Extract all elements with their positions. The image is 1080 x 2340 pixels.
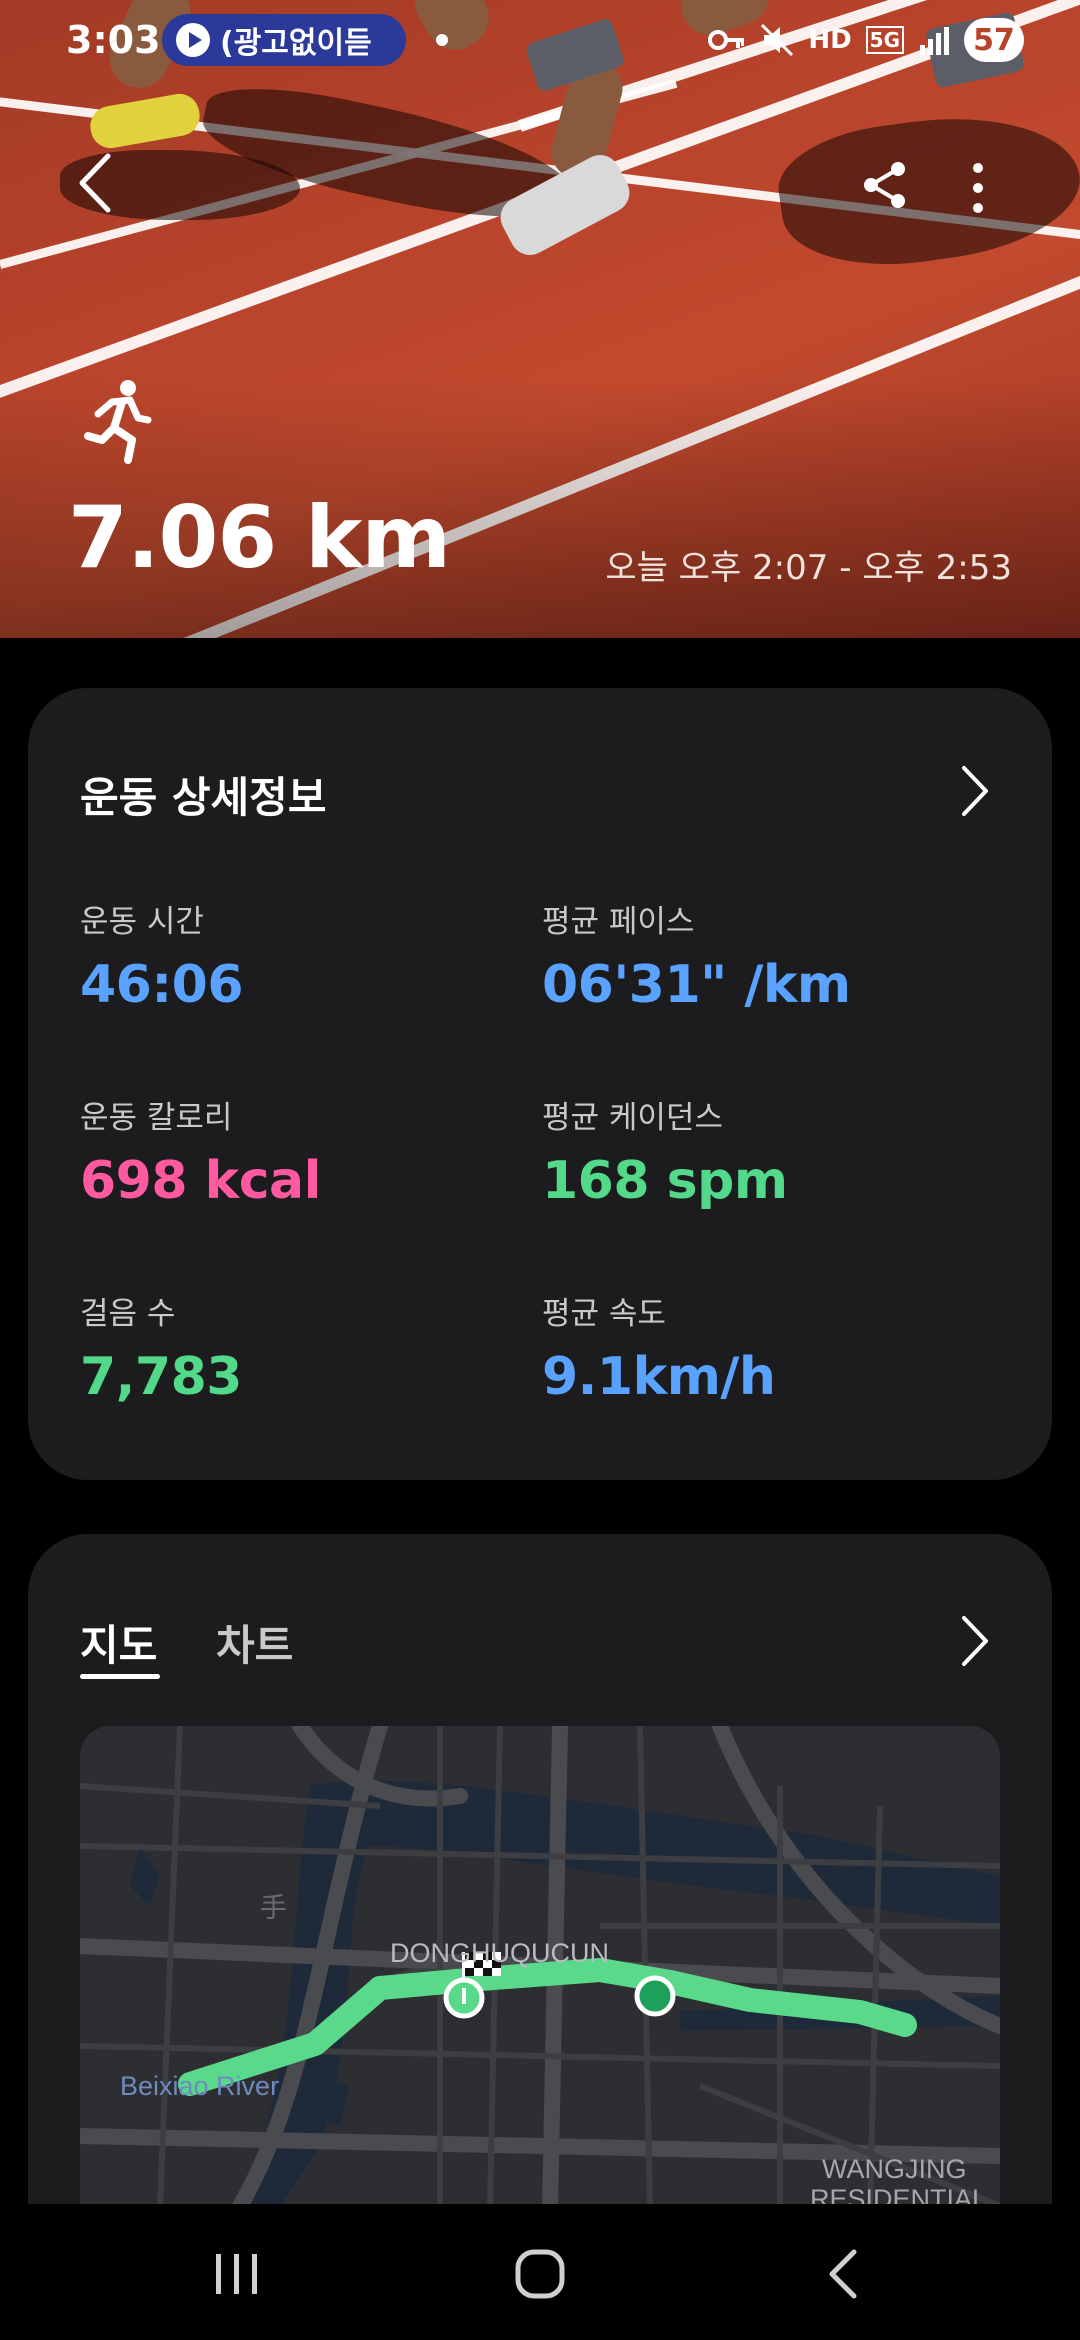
recent-apps-icon[interactable]: [146, 2204, 326, 2340]
metric-avg-pace: 평균 페이스 06'31" /km: [542, 896, 851, 1015]
status-time: 3:03: [66, 18, 161, 62]
map-chevron-icon[interactable]: [960, 1614, 990, 1668]
more-options-button[interactable]: [960, 160, 996, 216]
metric-calories: 운동 칼로리 698 kcal: [80, 1092, 321, 1211]
notification-dot: [436, 34, 448, 46]
media-title: (광고없이듣: [220, 26, 372, 61]
metric-workout-time: 운동 시간 46:06: [80, 896, 244, 1015]
home-icon[interactable]: [450, 2204, 630, 2340]
metric-value: 698 kcal: [80, 1151, 321, 1211]
metric-avg-cadence: 평균 케이던스 168 spm: [542, 1092, 788, 1211]
metric-value: 46:06: [80, 955, 244, 1015]
map-label-area: WANGJING: [822, 2154, 967, 2184]
system-navigation-bar: [0, 2204, 1080, 2340]
back-icon[interactable]: [752, 2204, 932, 2340]
details-title: 운동 상세정보: [80, 773, 327, 822]
battery-indicator: 57: [964, 18, 1024, 62]
metric-value: 168 spm: [542, 1151, 788, 1211]
map-label-river: Beixiao River: [120, 2071, 280, 2101]
signal-strength-icon: [920, 27, 949, 55]
start-marker-icon: [443, 1977, 485, 2019]
map-label-hanzi: 手: [260, 1893, 287, 1923]
media-notification-pill[interactable]: (광고없이듣: [162, 14, 406, 66]
total-distance: 7.06 km: [68, 488, 451, 588]
map-label-district: DONGHUQUCUN: [390, 1938, 609, 1968]
metric-label: 운동 시간: [80, 904, 204, 940]
runner-shadow: [771, 99, 1080, 281]
metric-value: 9.1km/h: [542, 1347, 776, 1407]
network-type: HD: [808, 25, 852, 55]
running-icon: [84, 380, 152, 464]
details-chevron-icon[interactable]: [960, 764, 990, 818]
tab-map[interactable]: 지도: [80, 1612, 157, 1673]
metric-steps: 걸음 수 7,783: [80, 1288, 242, 1407]
route-map[interactable]: DONGHUQUCUN Beixiao River 手 WANGJING RES…: [80, 1726, 1000, 2206]
status-icons: HD 5G 57: [708, 14, 1024, 66]
share-button[interactable]: [860, 160, 910, 210]
signal-type: 5G: [865, 26, 904, 54]
runner-shoe: [87, 90, 203, 152]
status-bar: 3:03 (광고없이듣 HD 5G 57: [0, 0, 1080, 80]
metric-label: 운동 칼로리: [80, 1100, 233, 1136]
mute-icon: [761, 23, 794, 57]
metric-avg-speed: 평균 속도 9.1km/h: [542, 1288, 776, 1407]
metric-label: 걸음 수: [80, 1296, 176, 1332]
tab-chart[interactable]: 차트: [216, 1612, 293, 1673]
metric-label: 평균 케이던스: [542, 1100, 723, 1136]
metric-label: 평균 속도: [542, 1296, 666, 1332]
metric-value: 7,783: [80, 1347, 242, 1407]
selected-tab-indicator: [80, 1674, 160, 1679]
vpn-key-icon: [708, 30, 745, 50]
metric-label: 평균 페이스: [542, 904, 695, 940]
workout-details-card: 운동 상세정보 운동 시간 46:06 평균 페이스 06'31" /km 운동…: [28, 688, 1052, 1480]
workout-time-range: 오늘 오후 2:07 - 오후 2:53: [605, 548, 1012, 588]
km-marker-icon: [634, 1975, 676, 2017]
play-icon: [176, 23, 210, 57]
map-label-area-secondary: RESIDENTIAL: [810, 2184, 988, 2206]
back-button[interactable]: [72, 150, 122, 216]
metric-value: 06'31" /km: [542, 955, 851, 1015]
